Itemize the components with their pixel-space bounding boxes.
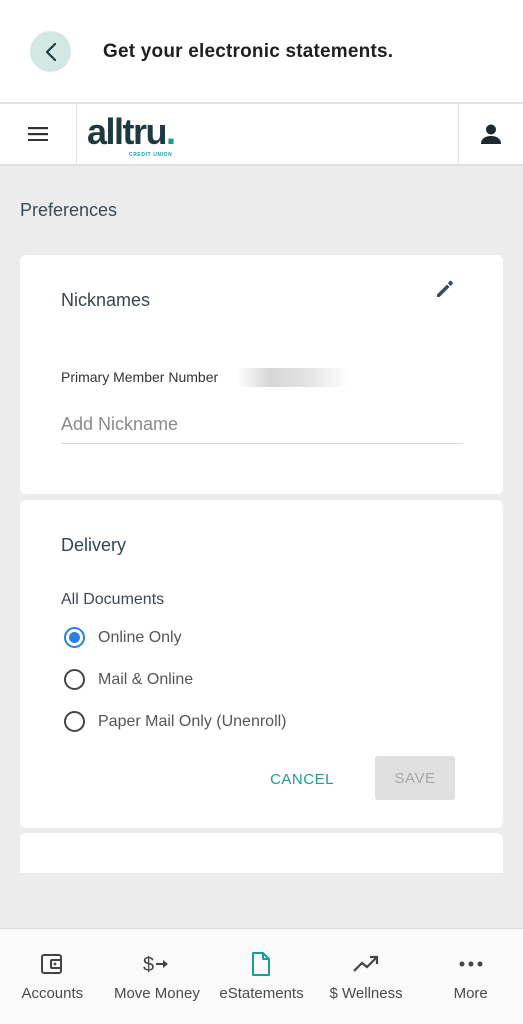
redacted-member-number: [236, 368, 350, 387]
main-content: Preferences Nicknames Primary Member Num…: [0, 166, 523, 928]
section-title: Preferences: [20, 200, 118, 220]
chevron-left-icon: [45, 42, 56, 61]
radio-paper-mail-only[interactable]: Paper Mail Only (Unenroll): [64, 711, 287, 732]
nav-wellness[interactable]: $ Wellness: [314, 929, 419, 1024]
nav-label: $ Wellness: [329, 985, 403, 1002]
nav-label: More: [453, 985, 488, 1002]
wallet-icon: [40, 951, 64, 977]
radio-unselected-icon[interactable]: [64, 669, 85, 690]
document-icon: [251, 951, 271, 977]
app-header: alltru. CREDIT UNION: [0, 102, 523, 166]
radio-mail-online[interactable]: Mail & Online: [64, 669, 193, 690]
profile-button[interactable]: [458, 104, 523, 164]
nav-estatements[interactable]: eStatements: [209, 929, 314, 1024]
nicknames-card: Nicknames Primary Member Number: [20, 255, 503, 494]
radio-label: Paper Mail Only (Unenroll): [98, 712, 287, 730]
all-documents-label: All Documents: [61, 591, 165, 608]
radio-label: Online Only: [98, 628, 182, 646]
bottom-nav: Accounts $ Move Money eStatements $ Well…: [0, 928, 523, 1024]
radio-unselected-icon[interactable]: [64, 711, 85, 732]
edit-button[interactable]: [433, 277, 457, 301]
menu-button[interactable]: [0, 104, 77, 164]
nav-more[interactable]: More: [418, 929, 523, 1024]
svg-text:$: $: [143, 954, 154, 976]
logo-dot: .: [166, 111, 176, 152]
hamburger-icon: [28, 127, 48, 141]
nickname-input[interactable]: [61, 398, 463, 444]
save-button[interactable]: SAVE: [375, 756, 455, 800]
radio-selected-icon[interactable]: [64, 627, 85, 648]
radio-online-only[interactable]: Online Only: [64, 627, 182, 648]
pencil-icon: [437, 280, 453, 297]
nav-label: eStatements: [219, 985, 304, 1002]
delivery-card: Delivery All Documents Online Only Mail …: [20, 500, 503, 828]
trending-icon: [353, 951, 379, 977]
delivery-title: Delivery: [61, 535, 127, 555]
nav-label: Move Money: [113, 985, 200, 1002]
logo-wordmark: alltru: [87, 111, 168, 152]
cancel-button[interactable]: CANCEL: [256, 757, 348, 801]
nav-accounts[interactable]: Accounts: [0, 929, 105, 1024]
nicknames-title: Nicknames: [61, 290, 151, 310]
page-heading: Get your electronic statements.: [103, 41, 394, 62]
nav-move-money[interactable]: $ Move Money: [105, 929, 210, 1024]
back-button[interactable]: [30, 31, 71, 72]
alltru-logo[interactable]: alltru. CREDIT UNION: [87, 111, 176, 159]
additional-card: [20, 833, 503, 873]
member-number-label: Primary Member Number: [61, 369, 219, 385]
radio-label: Mail & Online: [98, 670, 194, 688]
logo-subtext: CREDIT UNION: [129, 152, 173, 158]
transfer-icon: $: [143, 951, 171, 977]
top-bar: Get your electronic statements.: [0, 0, 523, 102]
more-icon: [459, 951, 483, 977]
nav-label: Accounts: [21, 985, 84, 1002]
person-icon: [481, 124, 501, 144]
